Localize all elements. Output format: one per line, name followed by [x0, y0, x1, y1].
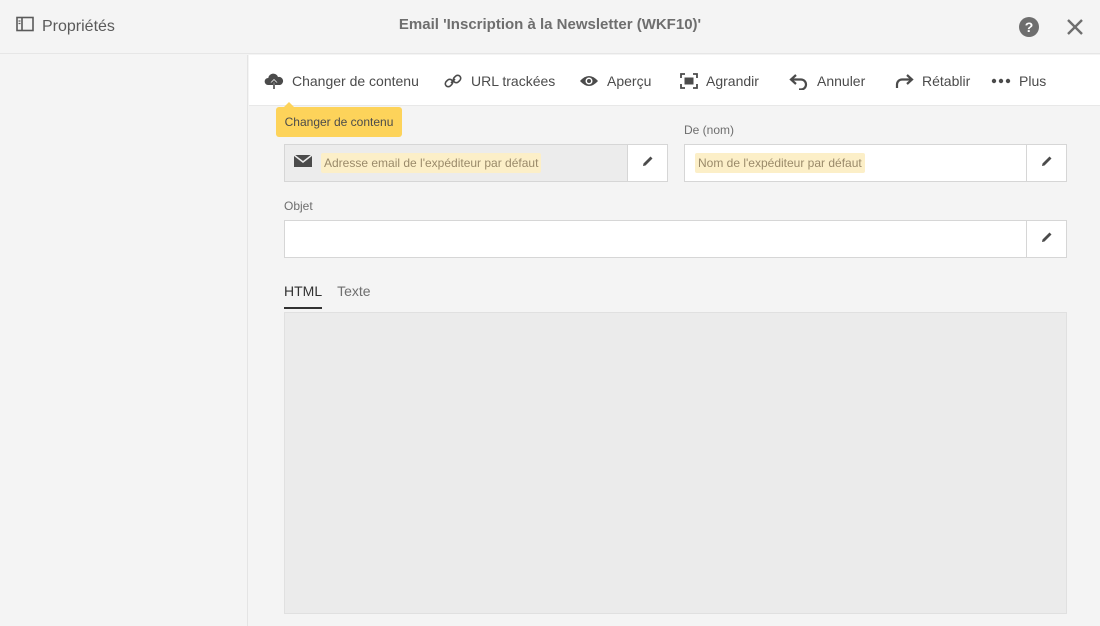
expand-button[interactable]: Agrandir [680, 55, 759, 106]
expand-label: Agrandir [706, 72, 759, 89]
tracked-urls-button[interactable]: URL trackées [443, 55, 555, 106]
envelope-icon [293, 153, 313, 173]
sender-email-placeholder: Adresse email de l'expéditeur par défaut [321, 153, 542, 173]
from-name-placeholder: Nom de l'expéditeur par défaut [695, 153, 865, 173]
change-content-label: Changer de contenu [292, 72, 419, 89]
more-label: Plus [1019, 72, 1047, 89]
tab-html[interactable]: HTML [284, 283, 323, 309]
properties-panel [0, 55, 248, 626]
subject-field[interactable] [284, 220, 1067, 258]
tab-text[interactable]: Texte [337, 283, 370, 309]
html-editor-area[interactable] [284, 312, 1067, 614]
pencil-icon [1041, 230, 1053, 248]
undo-button[interactable]: Annuler [789, 55, 865, 106]
redo-button[interactable]: Rétablir [894, 55, 970, 106]
undo-icon [789, 72, 809, 90]
pencil-icon [642, 154, 654, 172]
expand-icon [680, 72, 698, 89]
close-icon[interactable] [1065, 17, 1085, 37]
sender-email-field[interactable]: Adresse email de l'expéditeur par défaut [284, 144, 668, 182]
redo-icon [894, 72, 914, 90]
change-content-tooltip: Changer de contenu [276, 102, 402, 137]
header-bar: Propriétés Email 'Inscription à la Newsl… [0, 0, 1100, 54]
undo-label: Annuler [817, 72, 866, 89]
subject-label: Objet [284, 199, 313, 213]
more-button[interactable]: Plus [991, 55, 1046, 106]
cloud-upload-icon [264, 72, 284, 90]
help-icon[interactable]: ? [1019, 17, 1039, 37]
content-tabs: HTML Texte [284, 283, 371, 309]
more-icon [991, 78, 1011, 84]
toolbar: Changer de contenu URL trackées Aperçu A… [249, 55, 1100, 106]
redo-label: Rétablir [922, 72, 971, 89]
from-name-field[interactable]: Nom de l'expéditeur par défaut [684, 144, 1067, 182]
pencil-icon [1041, 154, 1053, 172]
edit-from-name-button[interactable] [1026, 145, 1066, 181]
tracked-urls-label: URL trackées [471, 72, 556, 89]
change-content-button[interactable]: Changer de contenu [264, 55, 419, 106]
page-title: Email 'Inscription à la Newsletter (WKF1… [398, 16, 702, 33]
edit-sender-email-button[interactable] [627, 145, 667, 181]
link-icon [443, 71, 463, 91]
from-name-label: De (nom) [684, 123, 735, 137]
preview-button[interactable]: Aperçu [579, 55, 651, 106]
edit-subject-button[interactable] [1026, 221, 1066, 257]
eye-icon [579, 74, 599, 88]
preview-label: Aperçu [607, 72, 652, 89]
